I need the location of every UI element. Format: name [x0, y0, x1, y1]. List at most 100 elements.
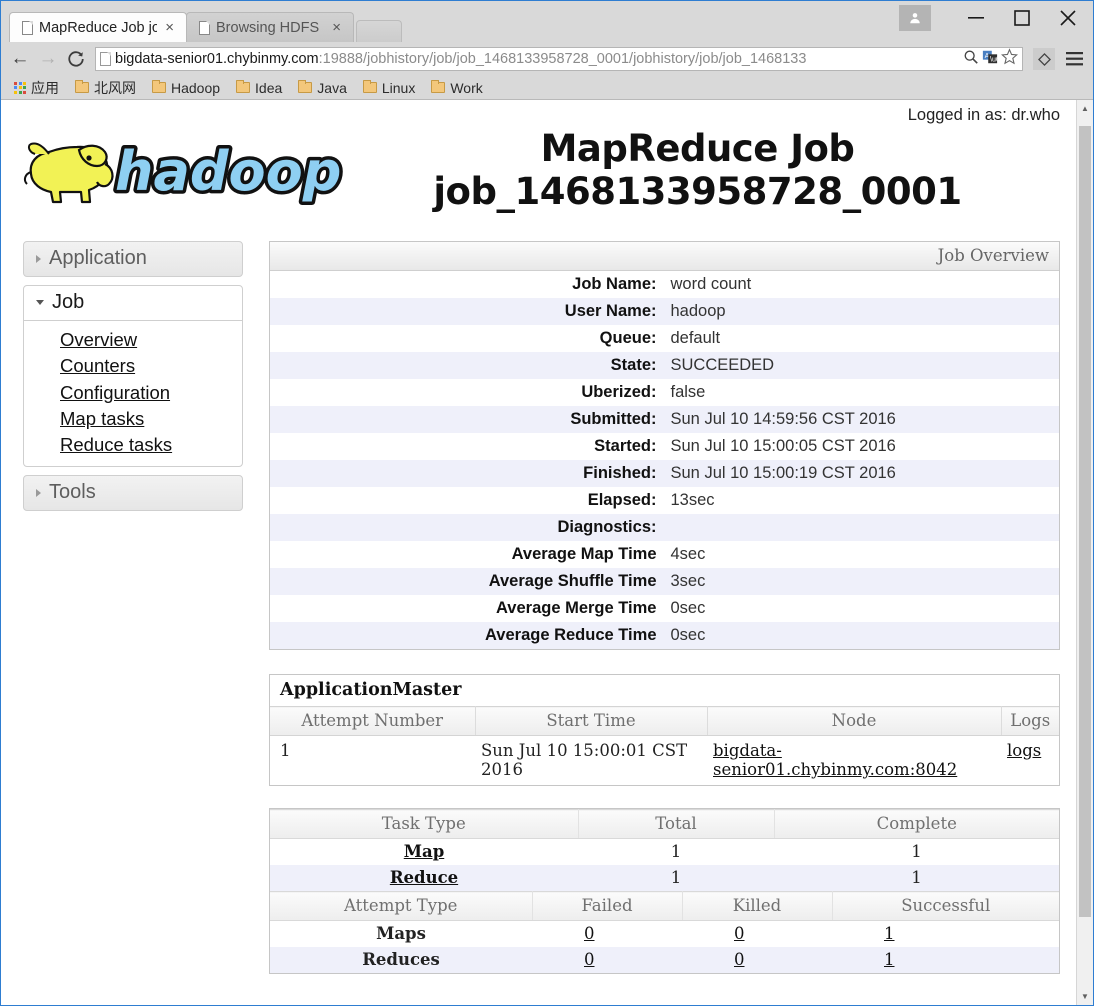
hadoop-page: Logged in as: dr.who	[1, 100, 1076, 1005]
bookmark-idea[interactable]: Idea	[229, 78, 289, 98]
cell-total: 1	[578, 839, 774, 866]
task-type-table: Task Type Total Complete Map 1 1	[270, 809, 1059, 891]
profile-icon[interactable]	[899, 5, 931, 31]
bookmark-java[interactable]: Java	[291, 78, 354, 98]
table-row: Average Merge Time0sec	[270, 595, 1059, 622]
maps-failed-link[interactable]: 0	[584, 924, 595, 943]
page-title: MapReduce Job job_1468133958728_0001	[359, 128, 1076, 213]
maximize-button[interactable]	[999, 3, 1045, 33]
close-icon[interactable]: ×	[330, 20, 343, 35]
new-tab-button[interactable]	[356, 20, 402, 42]
folder-icon	[431, 82, 445, 93]
column-header-node[interactable]: Node	[707, 707, 1001, 736]
cell-complete: 1	[774, 839, 1059, 866]
url-path: :19888/jobhistory/job/job_1468133958728_…	[319, 51, 807, 67]
table-row: Diagnostics:	[270, 514, 1059, 541]
sidebar-link-reduce-tasks[interactable]: Reduce tasks	[60, 432, 172, 458]
main-content: Job Overview Job Name:word count User Na…	[243, 241, 1076, 974]
bookmark-label: Work	[450, 80, 482, 96]
cell-total: 1	[578, 865, 774, 891]
cell-killed: 0	[682, 921, 832, 948]
node-link[interactable]: bigdata-senior01.chybinmy.com:8042	[713, 741, 957, 779]
logs-link[interactable]: logs	[1007, 741, 1041, 760]
scroll-up-icon[interactable]: ▲	[1077, 100, 1093, 117]
scroll-down-icon[interactable]: ▼	[1077, 988, 1093, 1005]
svg-text:hadoop: hadoop	[115, 140, 341, 203]
sidebar-link-overview[interactable]: Overview	[60, 327, 137, 353]
reduces-failed-link[interactable]: 0	[584, 950, 595, 969]
browser-titlebar: MapReduce Job job × Browsing HDFS ×	[1, 1, 1093, 42]
sidebar-link-configuration[interactable]: Configuration	[60, 380, 170, 406]
cell-successful: 1	[832, 947, 1059, 973]
back-icon[interactable]: ←	[7, 46, 33, 72]
tab-label: Browsing HDFS	[216, 20, 324, 36]
hadoop-logo[interactable]: hadoop hadoop	[19, 128, 359, 219]
reduces-successful-link[interactable]: 1	[884, 950, 895, 969]
cell-attempt-number: 1	[270, 736, 475, 786]
bookmark-beifengwang[interactable]: 北风网	[68, 78, 143, 98]
sidebar-item-tools[interactable]: Tools	[23, 475, 243, 511]
column-header-complete: Complete	[774, 810, 1059, 839]
sidebar-link-map-tasks[interactable]: Map tasks	[60, 406, 144, 432]
bookmark-hadoop[interactable]: Hadoop	[145, 78, 227, 98]
minimize-button[interactable]	[953, 3, 999, 33]
bookmark-work[interactable]: Work	[424, 78, 489, 98]
url-host: bigdata-senior01.chybinmy.com	[115, 51, 319, 67]
table-header-row: Attempt Type Failed Killed Successful	[270, 892, 1059, 921]
table-row: Average Reduce Time0sec	[270, 622, 1059, 649]
maps-killed-link[interactable]: 0	[734, 924, 745, 943]
page-scrollbar[interactable]: ▲ ▼	[1076, 100, 1093, 1005]
column-header-logs[interactable]: Logs	[1001, 707, 1059, 736]
sidebar-item-job[interactable]: Job	[24, 286, 242, 321]
extension-icon[interactable]	[1033, 48, 1055, 70]
row-value: SUCCEEDED	[665, 352, 1060, 379]
sidebar-section-application: Application	[23, 241, 243, 277]
sidebar-section-label: Tools	[49, 481, 96, 504]
application-master-panel: ApplicationMaster Attempt Number Start T…	[269, 674, 1060, 786]
browser-tab-browsing-hdfs[interactable]: Browsing HDFS ×	[186, 12, 354, 42]
cell-task-type: Map	[270, 839, 578, 866]
bookmark-apps[interactable]: 应用	[7, 78, 66, 98]
cell-attempt-type: Maps	[270, 921, 532, 948]
bookmark-linux[interactable]: Linux	[356, 78, 422, 98]
zoom-icon[interactable]	[963, 49, 979, 70]
sidebar-item-application[interactable]: Application	[23, 241, 243, 277]
browser-tab-mapreduce-job[interactable]: MapReduce Job job ×	[9, 12, 187, 42]
table-header-row: Task Type Total Complete	[270, 810, 1059, 839]
hamburger-menu-icon[interactable]	[1061, 46, 1087, 72]
column-header-start-time[interactable]: Start Time	[475, 707, 707, 736]
folder-icon	[236, 82, 250, 93]
reload-icon[interactable]	[63, 46, 89, 72]
cell-complete: 1	[774, 865, 1059, 891]
application-master-table: Attempt Number Start Time Node Logs 1 Su…	[270, 706, 1059, 785]
reduces-killed-link[interactable]: 0	[734, 950, 745, 969]
forward-icon[interactable]: →	[35, 46, 61, 72]
table-row: Queue:default	[270, 325, 1059, 352]
extensions-area	[1025, 46, 1087, 72]
table-row: Started:Sun Jul 10 15:00:05 CST 2016	[270, 433, 1059, 460]
reduce-link[interactable]: Reduce	[390, 868, 458, 887]
table-row: 1 Sun Jul 10 15:00:01 CST 2016 bigdata-s…	[270, 736, 1059, 786]
translate-icon[interactable]: A\u6587	[982, 49, 998, 70]
sidebar-section-label: Application	[49, 247, 147, 270]
map-link[interactable]: Map	[404, 842, 445, 861]
close-icon[interactable]: ×	[163, 20, 176, 35]
address-bar[interactable]: bigdata-senior01.chybinmy.com:19888/jobh…	[95, 47, 1023, 71]
page-icon	[199, 21, 210, 35]
page-title-line1: MapReduce Job	[359, 128, 1036, 171]
row-label: Uberized:	[270, 379, 665, 406]
close-button[interactable]	[1045, 3, 1091, 33]
sidebar-link-counters[interactable]: Counters	[60, 353, 135, 379]
table-row: Job Name:word count	[270, 271, 1059, 298]
maps-successful-link[interactable]: 1	[884, 924, 895, 943]
page-icon	[22, 21, 33, 35]
scrollbar-thumb[interactable]	[1079, 126, 1091, 917]
row-value: default	[665, 325, 1060, 352]
star-icon[interactable]	[1001, 48, 1018, 70]
logged-in-label: Logged in as: dr.who	[1, 100, 1076, 128]
column-header-killed: Killed	[682, 892, 832, 921]
chevron-right-icon	[36, 489, 41, 497]
column-header-attempt-number[interactable]: Attempt Number	[270, 707, 475, 736]
attempt-type-table: Attempt Type Failed Killed Successful Ma…	[270, 891, 1059, 973]
row-value: false	[665, 379, 1060, 406]
